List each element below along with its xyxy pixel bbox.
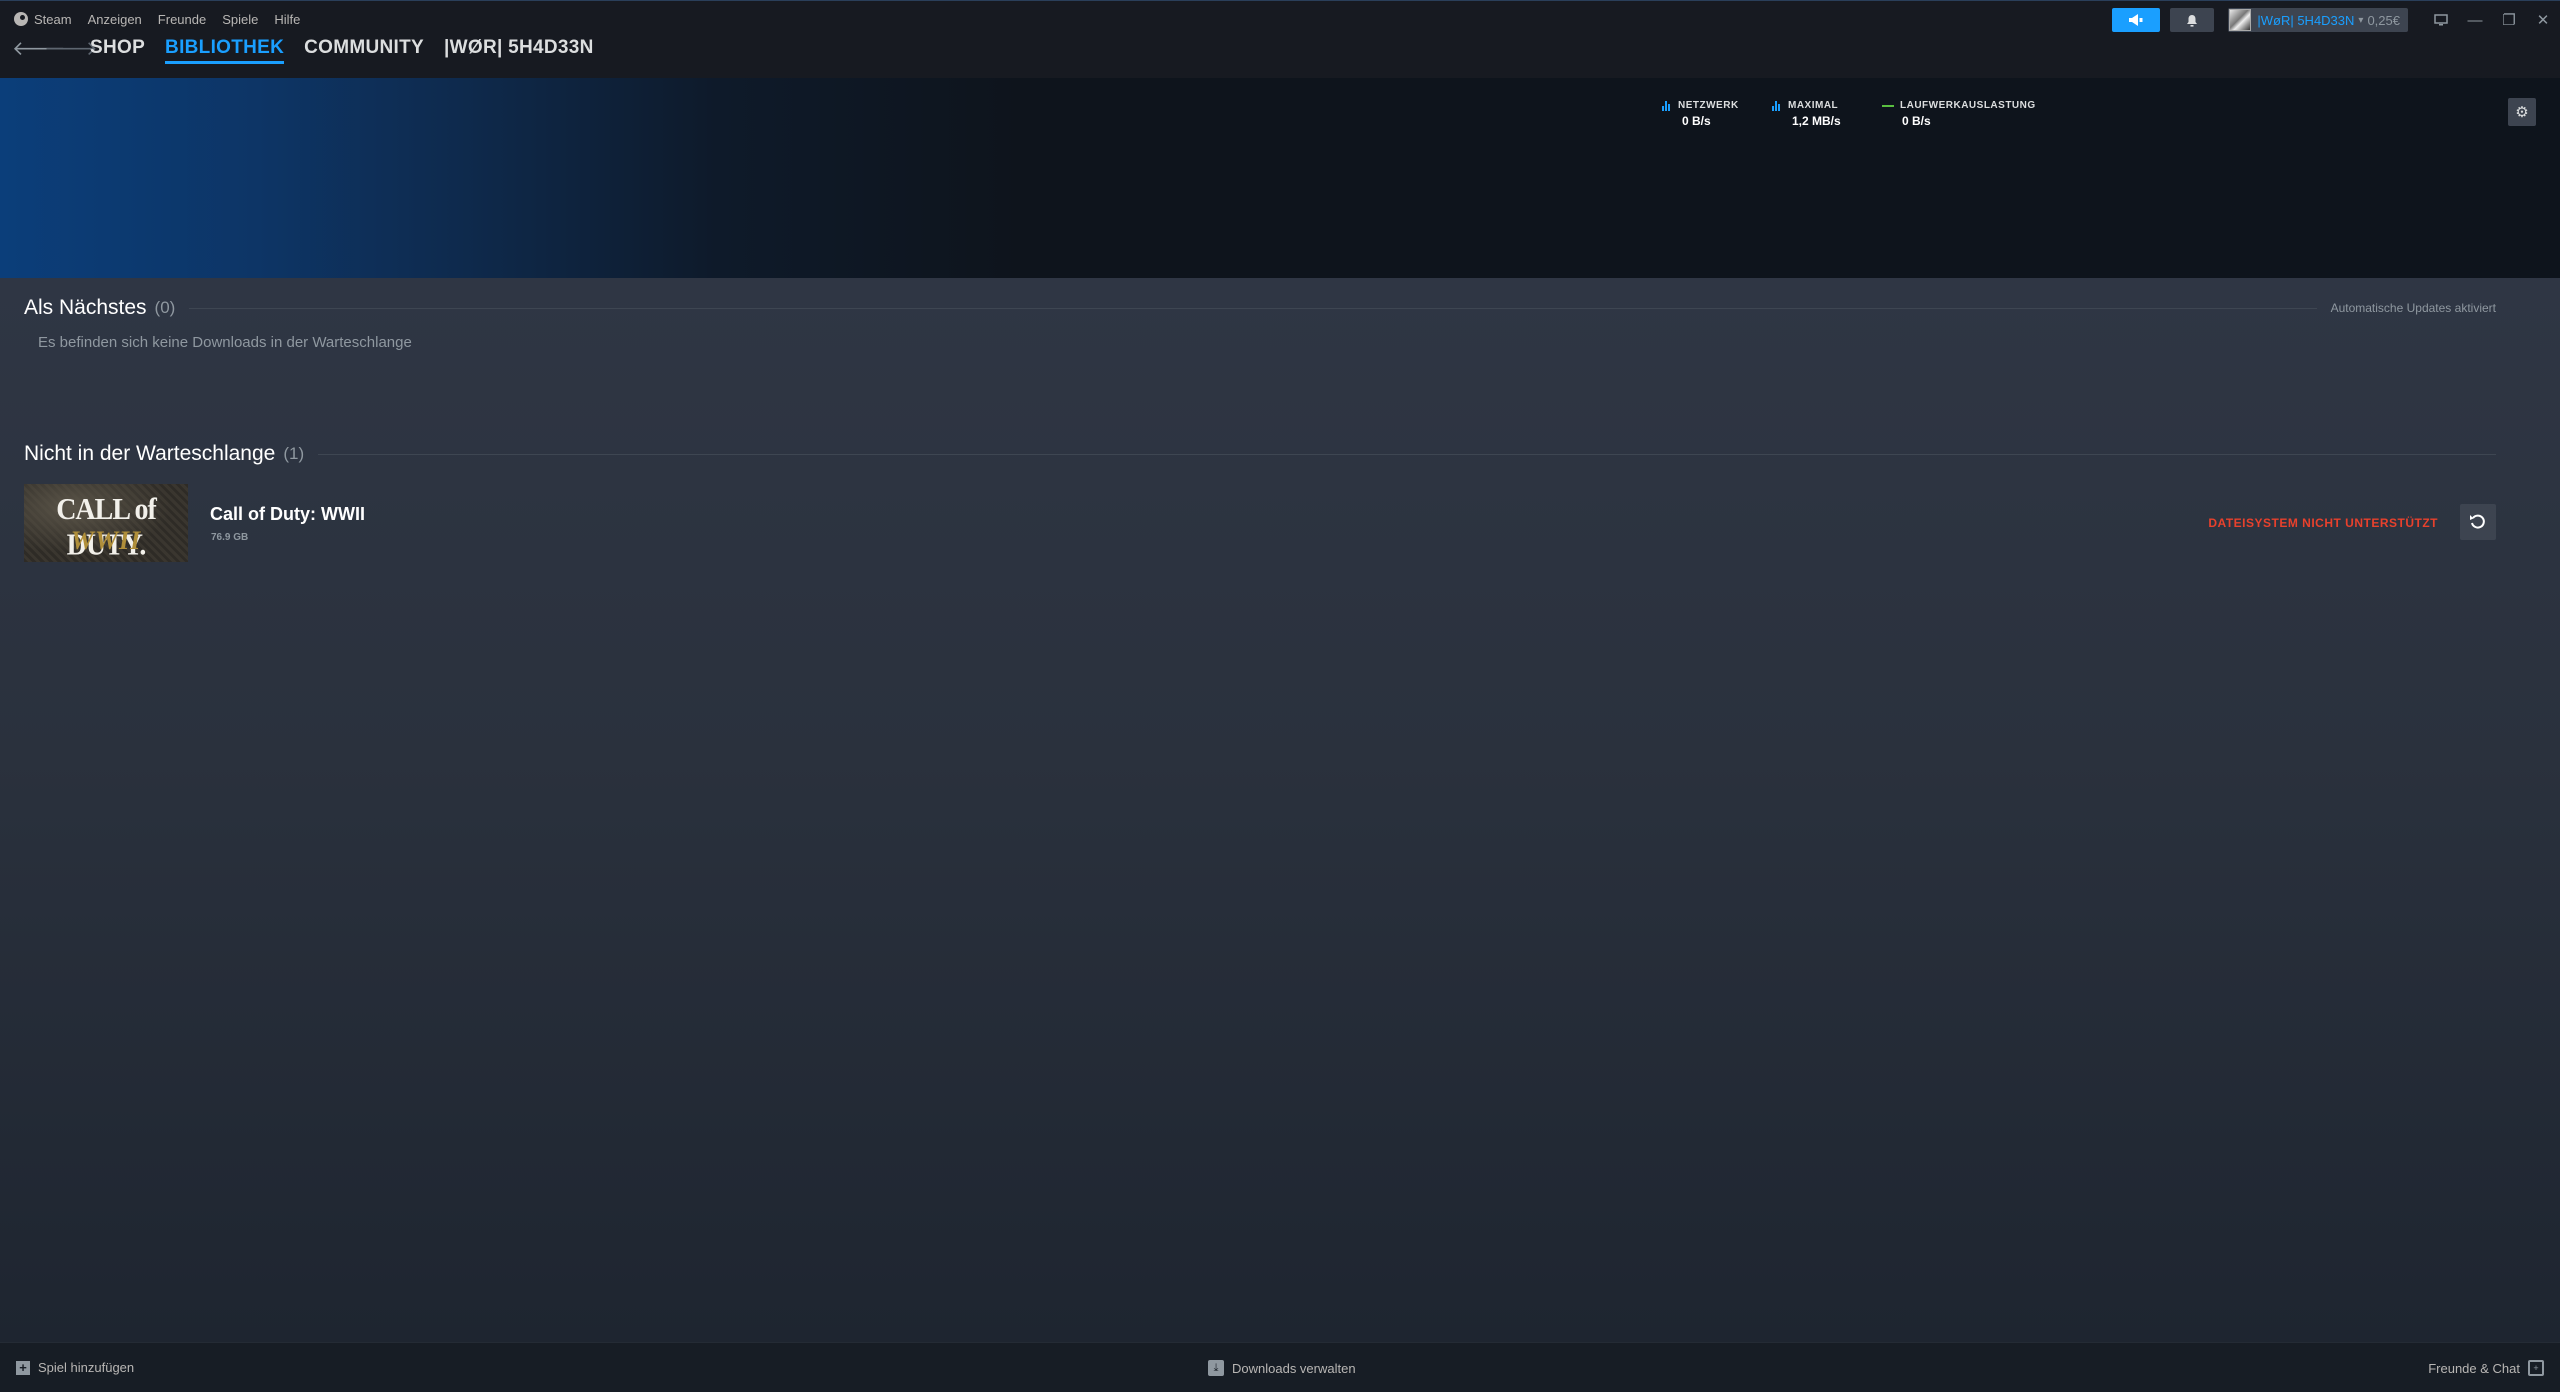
close-icon: ✕ [2536,12,2550,29]
status-badge: DATEISYSTEM NICHT UNTERSTÜTZT [2208,516,2438,530]
stat-network-value: 0 B/s [1682,114,1711,128]
line-legend-icon [1882,104,1894,107]
download-icon: ⤓ [1208,1360,1224,1376]
restore-icon: ❐ [2502,12,2516,29]
tab-community[interactable]: COMMUNITY [304,35,424,61]
friends-icon: + [2528,1360,2544,1376]
menu-steam-label: Steam [34,11,72,27]
auto-updates-note: Automatische Updates aktiviert [2330,301,2496,315]
stat-disk-value: 0 B/s [1902,114,1931,128]
add-game-button[interactable]: + Spiel hinzufügen [16,1360,134,1375]
friends-chat-button[interactable]: Freunde & Chat + [2428,1360,2544,1376]
stat-peak-label: MAXIMAL [1788,100,1839,111]
queue-count: (0) [154,298,176,317]
thumbnail-logo-line2: WWII [70,526,142,555]
stat-disk-label: LAUFWERKAUSLASTUNG [1900,100,2036,111]
list-item: CALL of DUTY. WWII Call of Duty: WWII 76… [24,484,2496,562]
footer-bar: + Spiel hinzufügen ⤓ Downloads verwalten… [0,1342,2560,1392]
monitor-icon [2434,14,2448,26]
tab-profile[interactable]: |WØR| 5H4D33N [444,35,594,61]
game-thumbnail[interactable]: CALL of DUTY. WWII [24,484,188,562]
manage-downloads-button[interactable]: ⤓ Downloads verwalten [1208,1360,1356,1376]
tab-shop[interactable]: SHOP [90,35,145,61]
navigation-row: 🡐 🡒 SHOP BIBLIOTHEK COMMUNITY |WØR| 5H4D… [12,35,600,64]
announcements-button[interactable] [2112,8,2161,32]
divider [318,453,2496,455]
menu-steam[interactable]: Steam [12,12,80,27]
back-button[interactable]: 🡐 [12,36,66,61]
game-size: 76.9 GB [211,532,249,543]
avatar[interactable] [2229,9,2252,31]
chevron-down-icon: ▾ [2358,14,2364,26]
menu-friends[interactable]: Freunde [150,12,214,27]
queue-section-header: Als Nächstes (0) Automatische Updates ak… [24,296,2496,320]
stat-network: NETZWERK 0 B/s [1662,100,1739,128]
minimize-icon: — [2467,11,2483,29]
title-bar: Steam Anzeigen Freunde Spiele Hilfe |WøR… [0,0,2560,78]
plus-icon: + [16,1360,30,1375]
tab-library[interactable]: BIBLIOTHEK [165,35,285,64]
top-right-controls: |WøR| 5H4D33N ▾ 0,25€ — ❐ ✕ [2112,7,2560,33]
forward-button[interactable]: 🡒 [44,36,98,61]
not-queued-count: (1) [283,444,305,463]
manage-downloads-label: Downloads verwalten [1232,1360,1356,1376]
menu-games[interactable]: Spiele [214,12,266,27]
game-title[interactable]: Call of Duty: WWII [210,504,365,525]
minimize-button[interactable]: — [2458,8,2492,32]
retry-icon [2470,514,2485,529]
restore-button[interactable]: ❐ [2492,8,2526,32]
menu-view[interactable]: Anzeigen [80,12,150,27]
wallet-balance: 0,25€ [2367,12,2400,28]
stat-peak-value: 1,2 MB/s [1792,114,1841,128]
stat-network-label: NETZWERK [1678,100,1739,111]
divider [189,307,2317,309]
bell-icon [2187,14,2198,27]
bar-chart-icon [1662,100,1672,111]
bar-chart-icon [1772,100,1782,111]
friends-chat-label: Freunde & Chat [2428,1360,2520,1376]
notifications-button[interactable] [2170,8,2215,32]
big-picture-button[interactable] [2424,8,2458,32]
stat-disk: LAUFWERKAUSLASTUNG 0 B/s [1882,100,2036,128]
menu-help[interactable]: Hilfe [266,12,308,27]
queue-title: Als Nächstes [24,296,147,319]
megaphone-icon [2129,14,2143,26]
account-name: |WøR| 5H4D33N [2257,12,2355,28]
add-game-label: Spiel hinzufügen [38,1360,135,1375]
download-graph: NETZWERK 0 B/s MAXIMAL 1,2 MB/s LAUFWERK… [0,78,2560,278]
menu-bar: Steam Anzeigen Freunde Spiele Hilfe [12,9,308,29]
retry-button[interactable] [2460,504,2496,540]
download-settings-button[interactable]: ⚙ [2508,98,2536,126]
close-button[interactable]: ✕ [2526,8,2560,32]
stat-peak: MAXIMAL 1,2 MB/s [1772,100,1841,128]
not-queued-section-header: Nicht in der Warteschlange (1) [24,442,2496,466]
steam-logo-icon [14,12,28,26]
account-menu[interactable]: |WøR| 5H4D33N ▾ 0,25€ [2228,8,2408,32]
downloads-main: Als Nächstes (0) Automatische Updates ak… [0,278,2560,1342]
queue-empty-message: Es befinden sich keine Downloads in der … [38,334,412,351]
gear-icon: ⚙ [2515,104,2529,121]
not-queued-title: Nicht in der Warteschlange [24,442,276,465]
